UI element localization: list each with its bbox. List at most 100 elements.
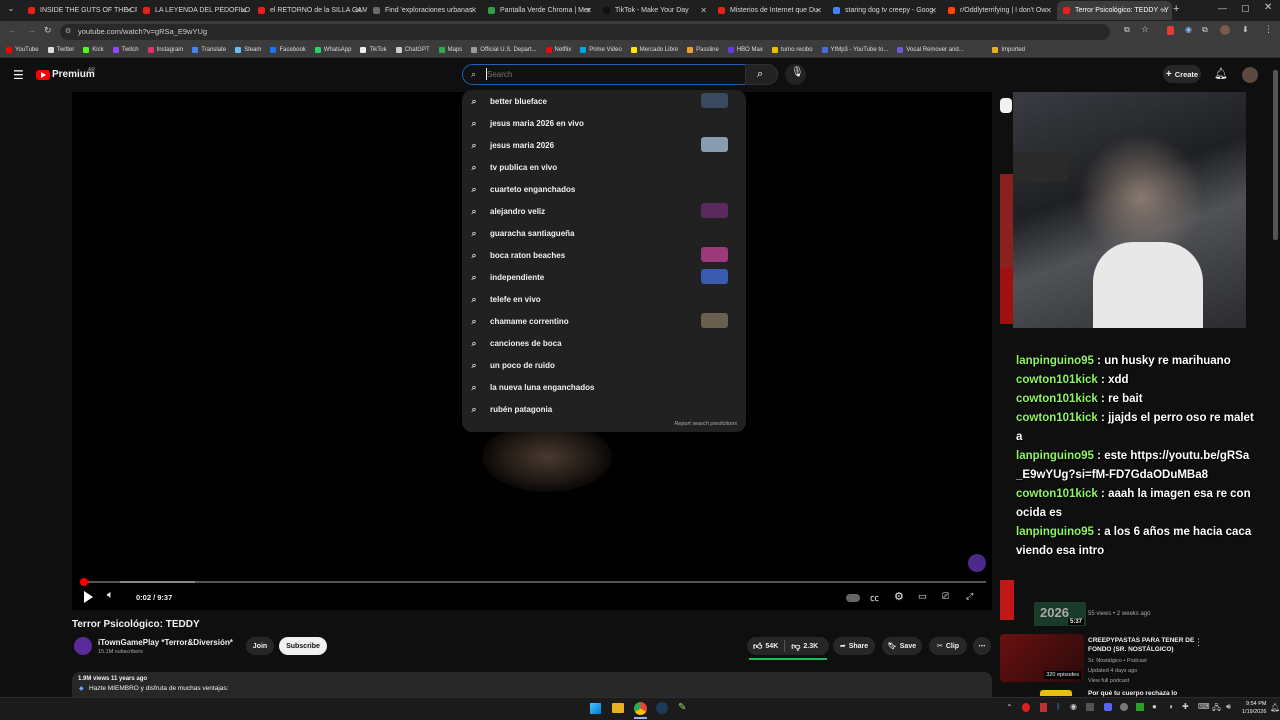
pen-tool-icon[interactable]: ✎ xyxy=(678,702,686,713)
channel-name[interactable]: iTownGamePlay *Terror&Diversión* xyxy=(98,638,233,647)
play-icon[interactable] xyxy=(84,591,93,603)
extension-icon[interactable] xyxy=(1167,26,1174,35)
description-box[interactable]: 1.9M views 11 years ago ◆ Hazte MIEMBRO … xyxy=(72,672,992,697)
more-actions-icon[interactable]: ⋯ xyxy=(973,637,991,655)
browser-tab[interactable]: LA LEYENDA DEL PEDOFILO D ✕ xyxy=(137,1,252,20)
language-icon[interactable]: ⌨ xyxy=(1198,702,1210,711)
search-input[interactable] xyxy=(487,67,737,82)
browser-tab[interactable]: Find 'exploraciones urbanas' ✕ xyxy=(367,1,482,20)
tab-close-icon[interactable]: ✕ xyxy=(355,6,362,15)
tab-close-icon[interactable]: ✕ xyxy=(700,6,707,15)
related-thumb-4[interactable] xyxy=(1040,690,1072,696)
bluetooth-icon[interactable]: ᛒ xyxy=(1056,702,1061,711)
tray-app3-icon[interactable] xyxy=(1136,703,1144,711)
bookmark-item[interactable]: Mercado Libre xyxy=(630,46,678,53)
bookmark-item[interactable]: Steam xyxy=(235,46,261,53)
tray-app-icon[interactable] xyxy=(1022,703,1030,712)
search-suggestion-item[interactable]: ⌕ jesus maria 2026 xyxy=(462,134,746,156)
search-suggestion-item[interactable]: ⌕ alejandro veliz xyxy=(462,200,746,222)
search-suggestion-item[interactable]: ⌕ rubén patagonia xyxy=(462,398,746,420)
tab-search-icon[interactable]: ⌄ xyxy=(4,4,18,17)
progress-scrubber[interactable] xyxy=(80,578,88,586)
bookmark-item[interactable]: TikTok xyxy=(360,46,387,53)
fullscreen-icon[interactable]: ⤢ xyxy=(966,591,973,602)
extensions-puzzle-icon[interactable]: ⧉ xyxy=(1202,25,1208,35)
tray-gpu-icon[interactable] xyxy=(1086,703,1094,711)
bookmark-item[interactable]: ChatGPT xyxy=(395,46,430,53)
playlist-view-link[interactable]: View full podcast xyxy=(1088,678,1129,684)
tab-close-icon[interactable]: ✕ xyxy=(930,6,937,15)
channel-watermark[interactable] xyxy=(968,554,986,572)
tray-misc3-icon[interactable]: ✚ xyxy=(1182,702,1189,711)
search-suggestion-item[interactable]: ⌕ cuarteto enganchados xyxy=(462,178,746,200)
close-window-icon[interactable]: ✕ xyxy=(1264,2,1272,13)
search-suggestion-item[interactable]: ⌕ un poco de ruido xyxy=(462,354,746,376)
tray-misc-icon[interactable]: ◉ xyxy=(1070,702,1077,711)
like-count[interactable]: 54K xyxy=(765,643,778,650)
account-avatar[interactable] xyxy=(1242,67,1258,83)
settings-gear-icon[interactable]: ⚙ xyxy=(894,590,904,603)
search-suggestion-item[interactable]: ⌕ la nueva luna enganchados xyxy=(462,376,746,398)
minimize-icon[interactable]: — xyxy=(1218,3,1227,13)
playlist-more-icon[interactable]: ⋮ xyxy=(1194,637,1203,648)
search-button[interactable]: ⌕ xyxy=(745,64,778,85)
bookmark-item[interactable]: Netflix xyxy=(545,46,571,53)
bookmark-star-icon[interactable]: ☆ xyxy=(1141,24,1149,35)
menu-kebab-icon[interactable]: ⋮ xyxy=(1264,24,1273,35)
bookmark-item[interactable]: Kick xyxy=(83,46,104,53)
search-suggestion-item[interactable]: ⌕ boca raton beaches xyxy=(462,244,746,266)
share-button[interactable]: ➦ Share xyxy=(833,637,875,655)
tab-close-icon[interactable]: ✕ xyxy=(1045,6,1052,15)
tray-app2-icon[interactable] xyxy=(1120,703,1128,711)
back-icon[interactable]: ← xyxy=(8,25,17,35)
bookmark-item[interactable]: Prime Video xyxy=(580,46,622,53)
bookmark-item[interactable]: WhatsApp xyxy=(314,46,351,53)
dislike-count[interactable]: 2.3K xyxy=(803,643,818,650)
bookmark-item[interactable]: YouTube xyxy=(6,46,39,53)
start-windows-icon[interactable] xyxy=(590,703,601,714)
bookmark-item[interactable]: turno recibo xyxy=(771,46,813,53)
bookmark-item[interactable]: HBO Max xyxy=(727,46,763,53)
playlist-thumb[interactable]: 320 episodes xyxy=(1000,634,1084,682)
tab-close-icon[interactable]: ✕ xyxy=(815,6,822,15)
create-button[interactable]: + Create xyxy=(1163,65,1201,83)
bookmark-item[interactable]: Vocal Remover and... xyxy=(897,46,964,53)
network-icon[interactable]: 🖧︎ xyxy=(1212,702,1221,716)
browser-tab[interactable]: el RETORNO de la SILLA GAM ✕ xyxy=(252,1,367,20)
search-suggestion-item[interactable]: ⌕ better blueface xyxy=(462,90,746,112)
tab-close-icon[interactable]: ✕ xyxy=(240,6,247,15)
bookmark-item[interactable]: Translate xyxy=(192,46,226,53)
steam-icon[interactable] xyxy=(656,702,668,714)
miniplayer-icon[interactable]: ▭ xyxy=(918,591,927,602)
maximize-icon[interactable]: ▢ xyxy=(1241,3,1250,14)
next-video-title[interactable]: Por qué tu cuerpo rechaza lo xyxy=(1088,690,1177,697)
search-suggestion-item[interactable]: ⌕ jesus maria 2026 en vivo xyxy=(462,112,746,134)
bookmark-item[interactable]: Official U.S. Depart... xyxy=(471,46,537,53)
browser-tab[interactable]: Misterios de Internet que Du ✕ xyxy=(712,1,827,20)
playlist-channel[interactable]: Sr. Nostálgico • Podcast xyxy=(1088,658,1147,664)
bookmark-item[interactable]: Facebook xyxy=(270,46,306,53)
speaker-icon[interactable]: 🔊︎ xyxy=(1226,702,1231,712)
volume-icon[interactable]: 🔈︎ xyxy=(107,589,114,602)
browser-tab[interactable]: TikTok - Make Your Day ✕ xyxy=(597,1,712,20)
join-button[interactable]: Join xyxy=(246,637,274,655)
site-info-icon[interactable]: ⚙ xyxy=(65,27,71,35)
tray-antivirus-icon[interactable] xyxy=(1040,703,1047,712)
thumbs-down-icon[interactable]: 👎︎ xyxy=(791,641,800,652)
browser-tab[interactable]: r/Oddlyterrifying | I don't Ow ✕ xyxy=(942,1,1057,20)
cast-icon[interactable]: ⎚ xyxy=(942,591,949,602)
clip-button[interactable]: ✂ Clip xyxy=(929,637,967,655)
search-suggestion-item[interactable]: ⌕ chamame correntino xyxy=(462,310,746,332)
browser-tab[interactable]: INSIDE THE GUTS OF THE CRA ✕ xyxy=(22,1,137,20)
captions-icon[interactable]: ㏄ xyxy=(870,591,879,604)
notification-center-icon[interactable]: 🔔︎ xyxy=(1270,703,1280,712)
notifications-bell-icon[interactable]: 🔔︎ xyxy=(1214,67,1228,80)
chrome-icon[interactable] xyxy=(634,702,647,715)
url-bar[interactable]: ⚙ youtube.com/watch?v=gRSa_E9wYUg xyxy=(60,24,1110,40)
channel-avatar[interactable] xyxy=(74,637,92,655)
related-thumb-2[interactable] xyxy=(1000,268,1014,324)
search-suggestion-item[interactable]: ⌕ canciones de boca xyxy=(462,332,746,354)
save-button[interactable]: 🔖︎ Save xyxy=(882,637,922,655)
hamburger-menu-icon[interactable]: ☰ xyxy=(13,68,24,82)
browser-tab[interactable]: Terror Psicológico: TEDDY - Y ✕ xyxy=(1057,1,1172,20)
